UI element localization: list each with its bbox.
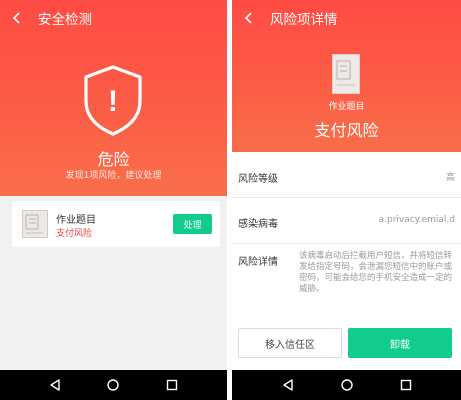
move-to-trust-zone-button[interactable]: 移入信任区 bbox=[238, 328, 342, 358]
navigation-bar bbox=[232, 370, 461, 400]
app-name: 作业题目 bbox=[328, 102, 365, 112]
app-bar: 风险项详情 bbox=[232, 0, 461, 36]
shield-exclamation-icon: ! bbox=[84, 65, 142, 136]
navigation-bar bbox=[0, 370, 227, 400]
risk-level-label: 风险等级 bbox=[238, 174, 278, 185]
app-bar: 安全检测 bbox=[0, 0, 227, 36]
risk-item-card[interactable]: 作业题目 支付风险 处理 bbox=[12, 201, 220, 247]
back-button[interactable] bbox=[232, 0, 266, 36]
exclamation-mark: ! bbox=[108, 85, 118, 118]
infected-virus-row: 感染病毒 a.privacy.emial.d bbox=[232, 198, 461, 244]
risk-app-name: 作业题目 bbox=[56, 215, 96, 226]
risk-level-value: 高 bbox=[445, 173, 455, 183]
risk-type-title: 支付风险 bbox=[314, 121, 379, 140]
risk-detail-label: 风险详情 bbox=[238, 257, 278, 268]
risk-type-label: 支付风险 bbox=[56, 229, 93, 239]
nav-back-icon[interactable] bbox=[282, 379, 294, 391]
nav-recents-icon[interactable] bbox=[400, 379, 412, 391]
status-subtitle: 发现1项风险，建议处理 bbox=[65, 171, 162, 181]
status-title: 危险 bbox=[97, 150, 130, 169]
handle-button[interactable]: 处理 bbox=[173, 214, 212, 234]
app-thumbnail-icon bbox=[22, 210, 48, 238]
chevron-left-icon bbox=[244, 12, 252, 24]
app-thumbnail-icon bbox=[332, 54, 360, 94]
page-title: 安全检测 bbox=[38, 12, 92, 28]
nav-home-icon[interactable] bbox=[340, 379, 353, 391]
risk-detail-row: 风险详情 该病毒启动后拦截用户短信，并将短信转发给指定号码，会泄漏您短信中的账户… bbox=[232, 244, 461, 304]
risk-detail-screen: 风险项详情 作业题目 支付风险 风险等级 高 感染病毒 a.privacy.em… bbox=[232, 0, 461, 400]
infected-virus-value: a.privacy.emial.d bbox=[378, 215, 455, 225]
infected-virus-label: 感染病毒 bbox=[238, 219, 278, 230]
page-title: 风险项详情 bbox=[270, 12, 338, 28]
nav-home-icon[interactable] bbox=[107, 379, 120, 391]
risk-detail-text: 该病毒启动后拦截用户短信，并将短信转发给指定号码，会泄漏您短信中的账户或密码，可… bbox=[299, 251, 453, 294]
nav-back-icon[interactable] bbox=[49, 379, 61, 391]
security-check-screen: 安全检测 ! 危险 发现1项风险，建议处理 作业题目 支付风险 处理 bbox=[0, 0, 227, 400]
back-button[interactable] bbox=[0, 0, 34, 36]
uninstall-button[interactable]: 卸载 bbox=[348, 328, 452, 358]
nav-recents-icon[interactable] bbox=[166, 379, 178, 391]
risk-level-row: 风险等级 高 bbox=[232, 152, 461, 198]
chevron-left-icon bbox=[12, 12, 20, 24]
